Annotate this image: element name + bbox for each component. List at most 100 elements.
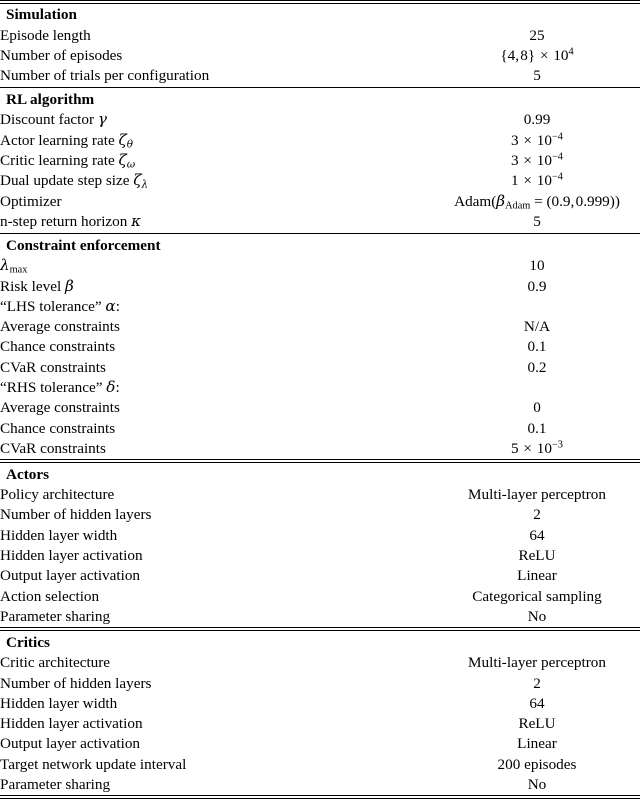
table-row: Hidden layer width 64: [0, 525, 640, 545]
table-row: Average constraints 0: [0, 398, 640, 418]
parameter-value: No: [527, 776, 547, 794]
table-row: Critic architecture Multi-layer perceptro…: [0, 653, 640, 673]
horizontal-rule: [0, 86, 640, 88]
parameter-value: 2: [533, 506, 541, 524]
parameter-value: N/A: [523, 318, 551, 336]
hyperparameter-table: Simulation Episode length 25 Number of epis…: [0, 0, 640, 799]
parameter-value: 0.9: [527, 277, 547, 295]
parameter-label: Number of hidden layers: [0, 674, 152, 692]
parameter-value: 1 × 10−4: [511, 171, 563, 190]
horizontal-rule: [0, 232, 640, 234]
table-row: Output layer activation Linear: [0, 566, 640, 586]
table-row: Target network update interval 200 episod…: [0, 754, 640, 774]
parameter-value: 64: [529, 694, 545, 712]
table-row: Chance constraints 0.1: [0, 418, 640, 438]
table-row: Output layer activation Linear: [0, 734, 640, 754]
parameter-label: λmax: [0, 256, 28, 276]
parameter-value: Adam(βAdam = (0.9, 0.999)): [454, 191, 620, 211]
table-row: Number of hidden layers 2: [0, 673, 640, 693]
parameter-value: 0.1: [527, 338, 547, 356]
parameter-value: 0.2: [527, 358, 547, 376]
table-row: Action selection Categorical sampling: [0, 586, 640, 606]
parameter-label: Action selection: [0, 587, 100, 605]
parameter-value: No: [527, 607, 547, 625]
parameter-label: Output layer activation: [0, 567, 141, 585]
section-header-row: RL algorithm: [0, 89, 640, 110]
table-row: λmax 10: [0, 256, 640, 276]
section-header-row: Actors: [0, 464, 640, 485]
parameter-label: Hidden layer activation: [0, 547, 143, 565]
parameter-label: Average constraints: [0, 399, 120, 417]
parameter-value: 64: [529, 526, 545, 544]
table-row: Number of hidden layers 2: [0, 505, 640, 525]
parameter-label: Critic architecture: [0, 654, 111, 672]
parameter-label: Parameter sharing: [0, 776, 111, 794]
section-title: RL algorithm: [6, 90, 95, 108]
parameter-label: Actor learning rate ζθ: [0, 130, 133, 150]
parameter-label: Episode length: [0, 26, 91, 44]
section-title: Actors: [6, 465, 50, 483]
parameter-value: 200 episodes: [497, 755, 577, 773]
parameter-label: n-step return horizon κ: [0, 211, 142, 230]
parameter-label: Critic learning rate ζω: [0, 151, 136, 171]
parameter-label: Chance constraints: [0, 338, 116, 356]
table-row: Number of episodes {4, 8} × 104: [0, 45, 640, 65]
parameter-value: 5: [533, 67, 541, 85]
parameter-label: Number of trials per configuration: [0, 67, 210, 85]
table-row: Parameter sharing No: [0, 775, 640, 795]
parameter-value: Linear: [517, 567, 557, 585]
parameter-value: 10: [529, 257, 545, 275]
table-row: Average constraints N/A: [0, 317, 640, 337]
table-row: Dual update step size ζλ 1 × 10−4: [0, 171, 640, 191]
parameter-label: Number of hidden layers: [0, 506, 152, 524]
table-row: Hidden layer activation ReLU: [0, 546, 640, 566]
parameter-label: Hidden layer width: [0, 694, 118, 712]
parameter-label: Discount factor γ: [0, 110, 107, 129]
parameter-label: “RHS tolerance” δ:: [0, 378, 120, 396]
section-header-row: Simulation: [0, 4, 640, 25]
table-row: Optimizer Adam(βAdam = (0.9, 0.999)): [0, 191, 640, 211]
table-row: Discount factor γ 0.99: [0, 110, 640, 130]
parameter-value: Linear: [517, 735, 557, 753]
table-row: CVaR constraints 5 × 10−3: [0, 438, 640, 458]
parameter-label: “LHS tolerance” α:: [0, 296, 120, 315]
parameter-label: Policy architecture: [0, 486, 115, 504]
table-row: Chance constraints 0.1: [0, 337, 640, 357]
parameter-label: CVaR constraints: [0, 439, 106, 457]
parameter-value: 0.1: [527, 419, 547, 437]
horizontal-rule: [0, 459, 640, 464]
parameter-value: 3 × 10−4: [511, 131, 563, 149]
horizontal-rule: [0, 627, 640, 632]
table-row: Episode length 25: [0, 25, 640, 45]
parameter-label: Optimizer: [0, 192, 62, 210]
parameter-label: Parameter sharing: [0, 607, 111, 625]
parameter-label: Hidden layer activation: [0, 715, 143, 733]
parameter-value: [434, 377, 640, 397]
parameter-value: 5 × 10−3: [511, 439, 563, 457]
parameter-label: Average constraints: [0, 318, 120, 336]
table-row: CVaR constraints 0.2: [0, 357, 640, 377]
parameter-value: [434, 296, 640, 316]
parameter-value: 3 × 10−4: [511, 151, 563, 170]
table-row: “LHS tolerance” α:: [0, 296, 640, 316]
table-row: Risk level β 0.9: [0, 276, 640, 296]
parameter-label: Risk level β: [0, 276, 74, 295]
parameter-value: 2: [533, 674, 541, 692]
section-title: Constraint enforcement: [6, 236, 161, 254]
parameter-value: ReLU: [518, 715, 556, 733]
parameter-label: Number of episodes: [0, 46, 123, 64]
table-row: n-step return horizon κ 5: [0, 211, 640, 231]
parameter-value: {4, 8} × 104: [500, 46, 574, 64]
parameter-value: 5: [533, 212, 541, 230]
table-row: Actor learning rate ζθ 3 × 10−4: [0, 130, 640, 150]
parameter-table: Simulation Episode length 25 Number of epis…: [0, 4, 640, 795]
section-title: Critics: [6, 633, 50, 651]
parameter-label: Dual update step size ζλ: [0, 171, 149, 191]
table-row: Number of trials per configuration 5: [0, 66, 640, 86]
table-bottom-rule: [0, 794, 640, 799]
parameter-value: 0.99: [523, 111, 551, 129]
table-row: Parameter sharing No: [0, 606, 640, 626]
parameter-label: CVaR constraints: [0, 358, 106, 376]
parameter-label: Output layer activation: [0, 735, 141, 753]
parameter-value: Categorical sampling: [472, 587, 602, 605]
